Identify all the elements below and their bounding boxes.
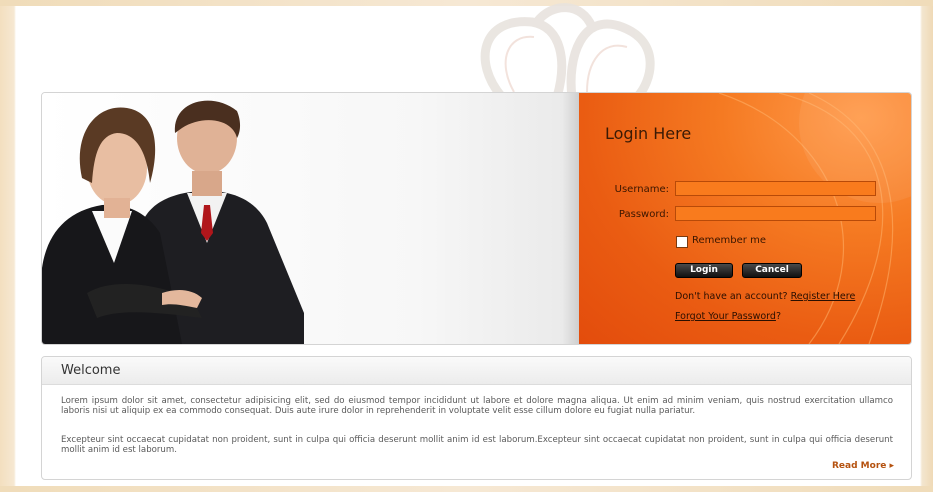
login-panel: Login Here Username: Password: Remember … bbox=[579, 93, 911, 344]
welcome-paragraph-2: Excepteur sint occaecat cupidatat non pr… bbox=[61, 435, 893, 455]
welcome-panel: Welcome Lorem ipsum dolor sit amet, cons… bbox=[41, 356, 912, 480]
no-account-text: Don't have an account? bbox=[675, 291, 788, 302]
forgot-password-row: Forgot Your Password? bbox=[675, 311, 781, 322]
remember-me-checkbox[interactable] bbox=[676, 236, 688, 248]
welcome-title: Welcome bbox=[61, 363, 121, 378]
welcome-header: Welcome bbox=[42, 357, 911, 385]
hero-banner: Login Here Username: Password: Remember … bbox=[41, 92, 912, 345]
flower-logo-icon bbox=[480, 3, 655, 97]
username-input[interactable] bbox=[675, 181, 876, 196]
password-label: Password: bbox=[618, 209, 669, 220]
password-input[interactable] bbox=[675, 206, 876, 221]
username-label: Username: bbox=[614, 184, 669, 195]
business-people-image bbox=[42, 100, 304, 344]
read-more-link[interactable]: Read More ▸ bbox=[832, 461, 894, 471]
hero-image-area bbox=[42, 93, 579, 344]
register-link[interactable]: Register Here bbox=[791, 291, 856, 302]
bottom-band bbox=[0, 486, 933, 492]
login-button[interactable]: Login bbox=[675, 263, 733, 278]
welcome-paragraph-1: Lorem ipsum dolor sit amet, consectetur … bbox=[61, 396, 893, 416]
login-title: Login Here bbox=[605, 124, 692, 143]
hero-divider-shadow bbox=[562, 93, 580, 344]
register-prompt: Don't have an account? Register Here bbox=[675, 291, 855, 302]
forgot-password-link[interactable]: Forgot Your Password bbox=[675, 311, 776, 322]
cancel-button[interactable]: Cancel bbox=[742, 263, 802, 278]
forgot-suffix: ? bbox=[775, 311, 781, 322]
remember-me-label: Remember me bbox=[692, 235, 766, 246]
